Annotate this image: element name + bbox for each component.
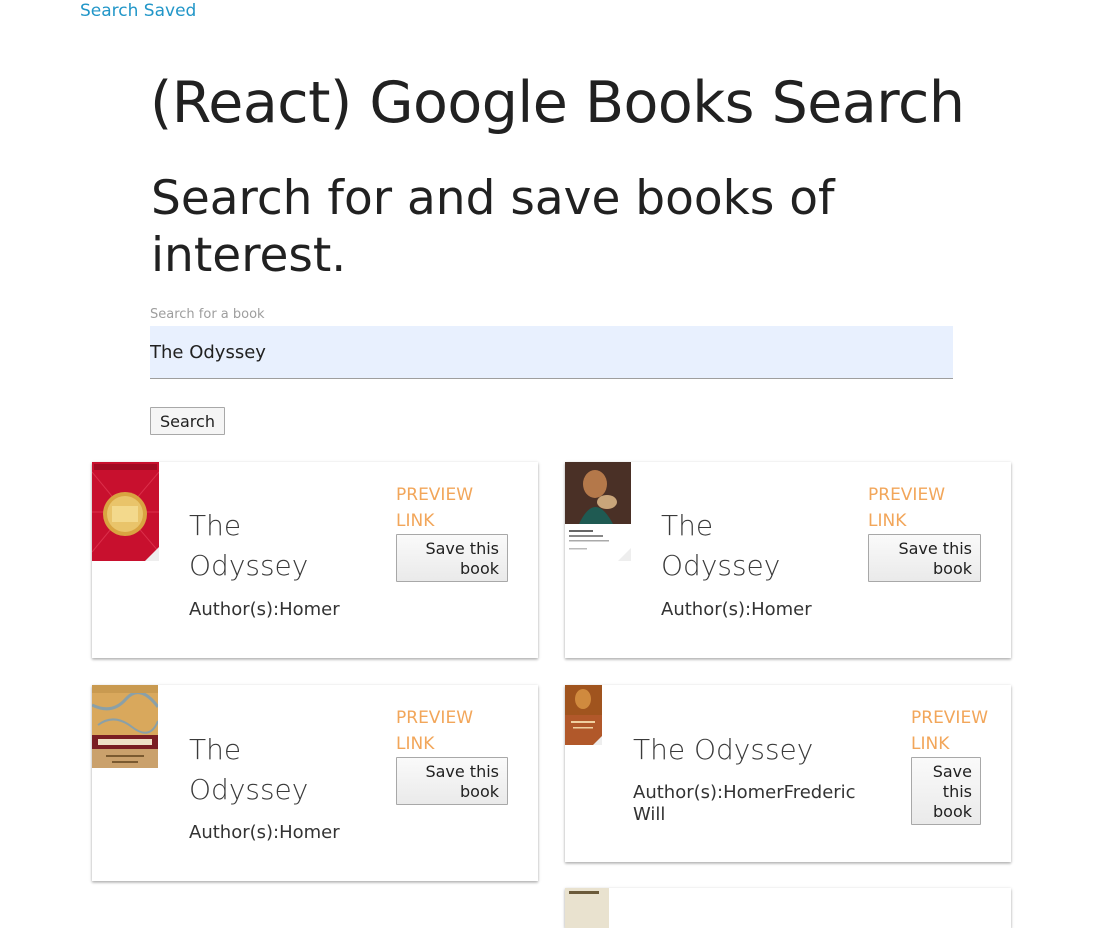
book-card: The Odyssey Author(s):Homer PREVIEW LINK…: [565, 462, 1011, 658]
author-label: Author(s):: [189, 599, 280, 620]
author-names: Homer: [279, 822, 340, 843]
search-field-label: Search for a book: [150, 307, 265, 322]
preview-link[interactable]: PREVIEW LINK: [911, 705, 991, 757]
book-cover-image: [565, 462, 631, 561]
book-cover-image: [92, 685, 158, 768]
book-card: The Odyssey Author(s):Homer PREVIEW LINK…: [92, 685, 538, 881]
book-author: Author(s):Homer: [189, 822, 340, 844]
book-card: [565, 888, 1011, 928]
book-author: Author(s):Homer: [661, 599, 812, 621]
preview-link[interactable]: PREVIEW LINK: [396, 705, 476, 757]
search-button[interactable]: Search: [150, 407, 225, 435]
page-title: (React) Google Books Search: [150, 70, 965, 136]
preview-link[interactable]: PREVIEW LINK: [868, 482, 948, 534]
book-card: The Odyssey Author(s):Homer PREVIEW LINK…: [92, 462, 538, 658]
author-names: Homer: [279, 599, 340, 620]
book-cover-image: [92, 462, 159, 561]
book-title: The Odyssey: [189, 509, 309, 582]
save-book-button[interactable]: Save this book: [911, 757, 981, 825]
book-card: The Odyssey Author(s):HomerFrederic Will…: [565, 685, 1011, 862]
author-label: Author(s):: [661, 599, 752, 620]
save-book-button[interactable]: Save this book: [396, 757, 508, 805]
book-cover-image: [565, 685, 602, 745]
page-subtitle: Search for and save books of interest.: [151, 171, 835, 283]
author-label: Author(s):: [189, 822, 280, 843]
book-title: The Odyssey: [189, 733, 309, 806]
search-input[interactable]: [150, 326, 953, 379]
preview-link[interactable]: PREVIEW LINK: [396, 482, 476, 534]
author-label: Author(s):: [633, 782, 724, 803]
search-saved-link[interactable]: Search Saved: [80, 1, 196, 21]
book-cover-image: [565, 888, 609, 928]
book-title: The Odyssey: [661, 509, 781, 582]
book-author: Author(s):HomerFrederic Will: [633, 782, 863, 826]
book-title: The Odyssey: [633, 733, 814, 766]
save-book-button[interactable]: Save this book: [868, 534, 981, 582]
book-author: Author(s):Homer: [189, 599, 340, 621]
save-book-button[interactable]: Save this book: [396, 534, 508, 582]
author-names: Homer: [751, 599, 812, 620]
